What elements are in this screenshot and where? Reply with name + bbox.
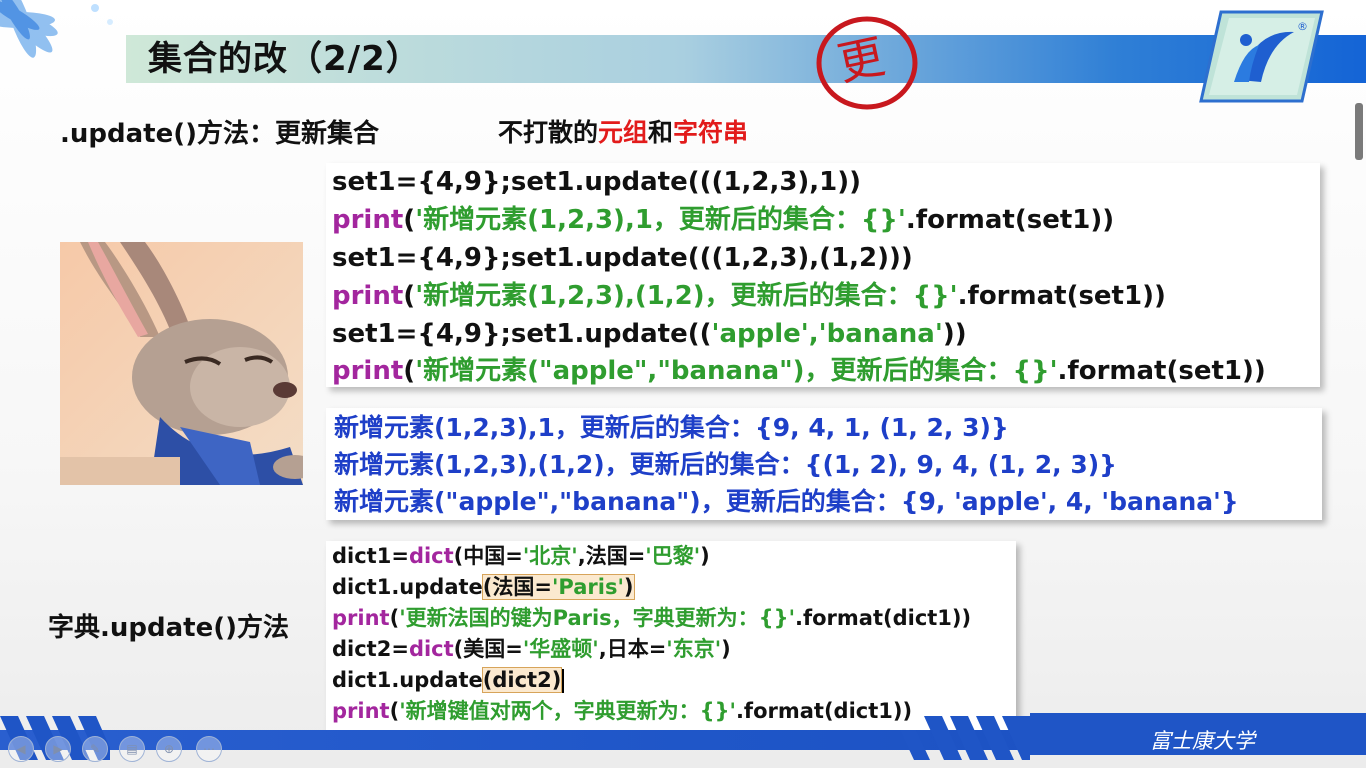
highlighted-argument: (dict2) (481, 667, 563, 693)
zoom-button[interactable]: ⊕ (156, 736, 182, 762)
output-line: 新增元素("apple","banana")，更新后的集合：{9, 'apple… (334, 487, 1239, 516)
code-line: print('新增元素("apple","banana")，更新后的集合：{}'… (332, 356, 1266, 386)
code-line: dict1.update(法国='Paris') (332, 574, 635, 600)
cartoon-rabbit-image (60, 242, 303, 485)
code-line: set1={4,9};set1.update(('apple','banana'… (332, 319, 967, 349)
forward-icon: ▶ (53, 742, 63, 756)
note-tuple: 元组 (598, 118, 649, 147)
code-line: dict1=dict(中国='北京',法国='巴黎') (332, 544, 710, 568)
dict-update-heading: 字典.update()方法 (48, 613, 289, 643)
note-middle: 和 (648, 118, 674, 147)
more-options-button[interactable]: ⋯ (196, 736, 222, 762)
set-output-block: 新增元素(1,2,3),1，更新后的集合：{9, 4, 1, (1, 2, 3)… (326, 408, 1322, 520)
note-string: 字符串 (673, 118, 749, 147)
scrollbar-thumb[interactable] (1355, 103, 1363, 160)
note-prefix: 不打散的 (498, 118, 599, 147)
pen-icon: ✎ (89, 742, 101, 756)
university-logo: ® (1199, 10, 1324, 103)
more-icon: ⋯ (203, 742, 215, 756)
code-line: dict2=dict(美国='华盛顿',日本='东京') (332, 637, 731, 661)
highlighted-argument: (法国='Paris') (481, 574, 635, 600)
university-name: 富士康大学 (1150, 729, 1255, 753)
pen-tool-button[interactable]: ✎ (82, 736, 108, 762)
dict-update-code-block: dict1=dict(中国='北京',法国='巴黎') dict1.update… (326, 541, 1016, 731)
output-line: 新增元素(1,2,3),(1,2)，更新后的集合：{(1, 2), 9, 4, … (334, 450, 1117, 479)
slides-icon: ▤ (126, 742, 138, 756)
zoom-icon: ⊕ (163, 742, 175, 756)
set-update-code-block: set1={4,9};set1.update(((1,2,3),1)) prin… (326, 163, 1320, 387)
output-line: 新增元素(1,2,3),1，更新后的集合：{9, 4, 1, (1, 2, 3)… (334, 413, 1009, 442)
svg-text:®: ® (1297, 20, 1308, 33)
slides-overview-button[interactable]: ▤ (119, 736, 145, 762)
set-update-heading: .update()方法：更新集合 (60, 119, 379, 149)
back-icon: ◀ (16, 742, 26, 756)
code-line: set1={4,9};set1.update(((1,2,3),(1,2))) (332, 243, 913, 273)
corner-flower-decoration (0, 0, 113, 58)
code-line: set1={4,9};set1.update(((1,2,3),1)) (332, 167, 862, 197)
nav-back-button[interactable]: ◀ (8, 736, 34, 762)
update-note: 不打散的元组和字符串 (498, 117, 748, 149)
footer-stripes-right (900, 716, 1030, 760)
page-title: 集合的改（2/2） (148, 39, 421, 79)
code-line: print('新增元素(1,2,3),1，更新后的集合：{}'.format(s… (332, 205, 1115, 235)
code-line: print('新增键值对两个，字典更新为：{}'.format(dict1)) (332, 699, 913, 723)
code-line: print('新增元素(1,2,3),(1,2)，更新后的集合：{}'.form… (332, 281, 1166, 311)
code-line: dict1.update(dict2) (332, 665, 565, 696)
nav-forward-button[interactable]: ▶ (45, 736, 71, 762)
text-cursor (562, 669, 565, 693)
code-line: print('更新法国的键为Paris，字典更新为：{}'.format(dic… (332, 606, 972, 630)
